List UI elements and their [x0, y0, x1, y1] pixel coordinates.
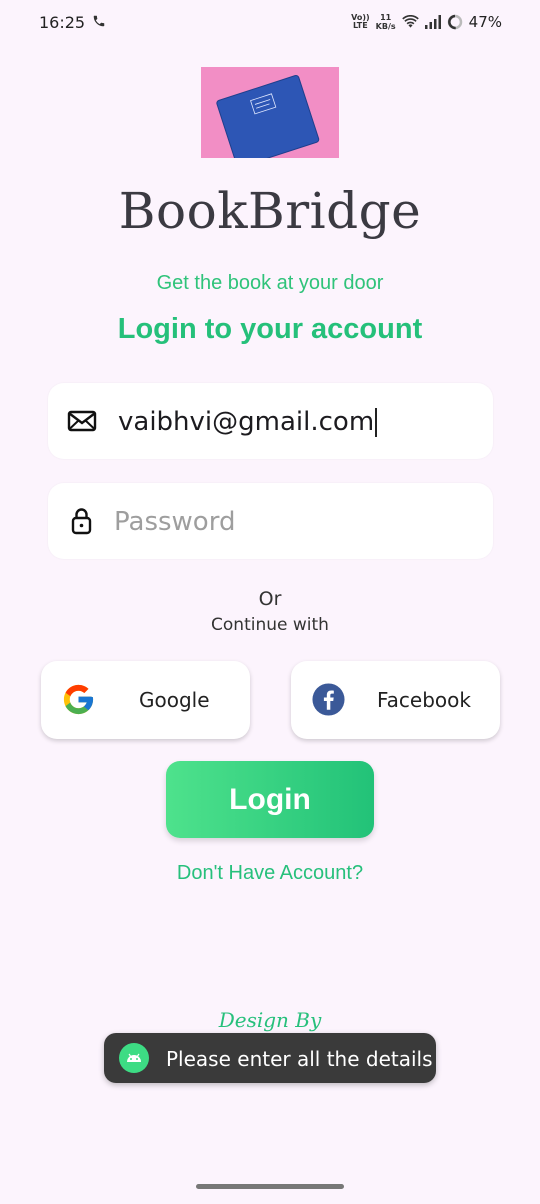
- design-by-label: Design By: [218, 1008, 322, 1032]
- net-speed-value: 11: [380, 13, 392, 22]
- lock-icon: [71, 508, 92, 535]
- net-speed-unit: KB/s: [375, 22, 396, 31]
- hero-book-image: [201, 67, 339, 158]
- phone-call-icon: [93, 15, 105, 27]
- google-icon: [63, 684, 94, 715]
- login-button[interactable]: Login: [166, 761, 374, 838]
- book-illustration: [201, 67, 339, 158]
- facebook-icon: [312, 683, 345, 716]
- continue-with-label: Continue with: [211, 615, 329, 635]
- status-bar: 16:25 Vo)) LTE 11 KB/s 47%: [0, 0, 540, 46]
- battery-ring-icon: [447, 14, 462, 30]
- google-label: Google: [139, 688, 210, 712]
- net-speed: 11 KB/s: [376, 13, 396, 31]
- facebook-label: Facebook: [377, 688, 471, 712]
- signup-link[interactable]: Don't Have Account?: [0, 862, 540, 885]
- or-label: Or: [258, 588, 282, 610]
- password-field[interactable]: Password: [48, 483, 493, 559]
- signal-icon: [424, 15, 441, 29]
- mail-icon: [67, 410, 97, 432]
- home-indicator[interactable]: [196, 1184, 344, 1189]
- text-caret: [375, 408, 378, 437]
- password-input[interactable]: Password: [114, 507, 235, 537]
- email-input[interactable]: vaibhvi@gmail.com: [118, 407, 378, 437]
- email-value: vaibhvi@gmail.com: [118, 407, 375, 437]
- tagline: Get the book at your door: [156, 272, 384, 294]
- android-icon: [119, 1043, 149, 1073]
- volte-bottom: LTE: [353, 21, 368, 30]
- toast-message: Please enter all the details: [104, 1033, 436, 1083]
- volte-indicator: Vo)) LTE: [351, 14, 370, 30]
- battery-percent: 47%: [468, 13, 502, 31]
- status-icons: Vo)) LTE 11 KB/s 47%: [351, 12, 502, 32]
- status-time: 16:25: [39, 13, 86, 32]
- email-field[interactable]: vaibhvi@gmail.com: [48, 383, 493, 459]
- facebook-login-button[interactable]: Facebook: [291, 661, 500, 739]
- wifi-icon: [401, 15, 419, 28]
- app-title: BookBridge: [118, 182, 422, 240]
- login-heading: Login to your account: [117, 313, 423, 345]
- google-login-button[interactable]: Google: [41, 661, 250, 739]
- toast-text: Please enter all the details: [166, 1047, 433, 1071]
